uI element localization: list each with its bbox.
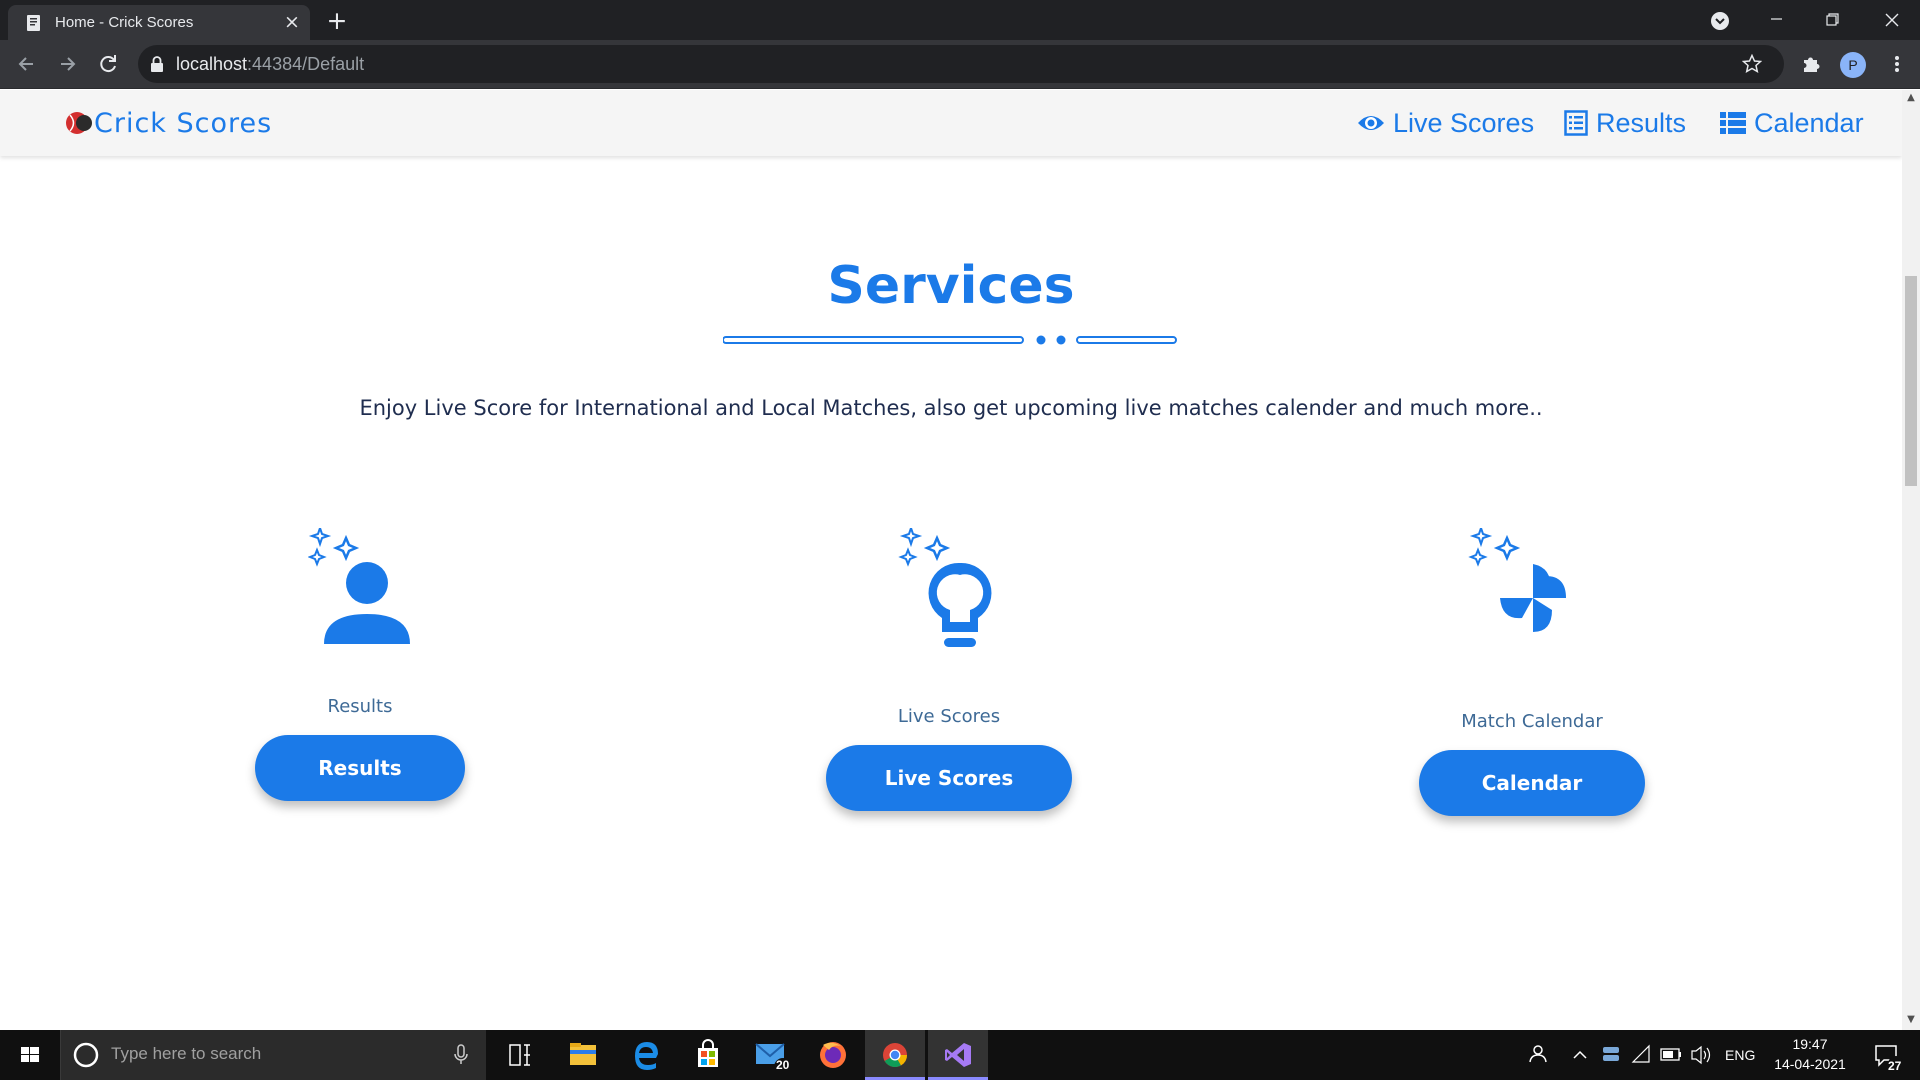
clock-time[interactable]: 19:47 [1760, 1036, 1860, 1052]
microphone-icon[interactable] [453, 1044, 469, 1066]
mail-badge: 20 [776, 1058, 790, 1072]
nav-calendar-label: Calendar [1754, 107, 1864, 138]
url-path: :44384/Default [247, 54, 365, 74]
url-text: localhost:44384/Default [176, 54, 364, 75]
nav-results-label: Results [1596, 107, 1687, 138]
live-scores-button[interactable]: Live Scores [826, 745, 1072, 811]
lock-icon[interactable] [150, 56, 164, 72]
services-description: Enjoy Live Score for International and L… [359, 396, 1543, 420]
show-hidden-icons-chevron[interactable] [1568, 1030, 1592, 1080]
mail-icon[interactable] [741, 1030, 801, 1080]
nav-live-scores-label: Live Scores [1393, 107, 1535, 138]
card-label-calendar: Match Calendar [1461, 711, 1603, 732]
browser-tab[interactable]: Home - Crick Scores × [8, 5, 310, 40]
restore-icon[interactable] [1804, 0, 1860, 40]
tab-title: Home - Crick Scores [55, 14, 194, 31]
tab-search-icon[interactable] [1710, 11, 1730, 31]
page-icon [27, 15, 40, 31]
logo-text: Crick Scores [94, 108, 273, 139]
title-divider [723, 335, 1177, 345]
microsoft-store-icon[interactable] [678, 1030, 738, 1080]
reload-icon[interactable] [94, 50, 122, 78]
network-drive-icon[interactable] [1598, 1030, 1624, 1080]
task-view-icon[interactable] [490, 1030, 550, 1080]
notification-count: 27 [1888, 1059, 1902, 1073]
taskbar-search-box[interactable]: Type here to search [60, 1030, 486, 1080]
lightbulb-sparkle-icon [898, 528, 992, 647]
results-button[interactable]: Results [255, 735, 465, 801]
card-label-results: Results [327, 696, 393, 717]
calendar-button[interactable]: Calendar [1419, 750, 1645, 816]
cortana-circle-icon [73, 1042, 99, 1068]
address-bar[interactable]: localhost:44384/Default [138, 45, 1784, 83]
people-icon[interactable] [1520, 1030, 1556, 1080]
taskbar-search-placeholder: Type here to search [111, 1044, 262, 1063]
chrome-icon [883, 1043, 907, 1068]
battery-icon[interactable] [1658, 1030, 1684, 1080]
bookmark-star-icon[interactable] [1742, 54, 1762, 74]
nav-results[interactable]: Results [1564, 107, 1686, 139]
browser-tab-bar: Home - Crick Scores × + [0, 0, 1920, 40]
scrollbar-thumb[interactable] [1905, 276, 1917, 486]
browser-toolbar: localhost:44384/Default P [0, 40, 1920, 89]
profile-avatar[interactable]: P [1840, 52, 1866, 78]
cricket-ball-icon [66, 112, 92, 134]
input-language[interactable]: ENG [1725, 1047, 1755, 1063]
visual-studio-taskbar-item[interactable] [928, 1030, 988, 1080]
chrome-taskbar-item[interactable] [865, 1030, 925, 1080]
url-host: localhost [176, 54, 248, 74]
forward-icon[interactable] [53, 50, 81, 78]
file-explorer-icon[interactable] [553, 1030, 613, 1080]
minimize-icon[interactable] [1748, 0, 1804, 40]
volume-icon[interactable] [1688, 1030, 1714, 1080]
new-tab-button[interactable]: + [324, 8, 350, 34]
table-list-icon [1720, 112, 1746, 134]
windows-taskbar: Type here to search 20 ENG 19:47 14-04-2… [0, 1030, 1920, 1080]
scroll-down-arrow-icon[interactable]: ▼ [1907, 1015, 1915, 1025]
card-label-live-scores: Live Scores [897, 706, 1001, 727]
clock-date[interactable]: 14-04-2021 [1760, 1056, 1860, 1072]
pinwheel-sparkle-icon [1468, 528, 1566, 632]
site-header: Crick Scores Live Scores Results Calenda… [0, 90, 1902, 156]
eye-icon [1358, 116, 1384, 130]
visual-studio-icon [945, 1043, 971, 1067]
page-scrollbar[interactable]: ▲ ▼ [1902, 90, 1920, 1030]
user-sparkle-icon [308, 528, 410, 644]
edge-legacy-icon[interactable] [616, 1030, 676, 1080]
tab-close-icon[interactable]: × [282, 12, 302, 32]
extensions-icon[interactable] [1797, 50, 1825, 78]
list-icon [1564, 110, 1588, 136]
scroll-up-arrow-icon[interactable]: ▲ [1907, 93, 1915, 103]
wifi-icon[interactable] [1628, 1030, 1654, 1080]
services-title: Services [827, 256, 1075, 316]
nav-calendar[interactable]: Calendar [1720, 107, 1864, 139]
menu-dots-icon[interactable] [1883, 50, 1911, 78]
close-window-icon[interactable] [1864, 0, 1920, 40]
back-icon[interactable] [13, 50, 41, 78]
page-viewport: Crick Scores Live Scores Results Calenda… [0, 90, 1902, 1030]
windows-start-icon[interactable] [0, 1030, 60, 1080]
firefox-icon[interactable] [803, 1030, 863, 1080]
nav-live-scores[interactable]: Live Scores [1357, 107, 1534, 139]
